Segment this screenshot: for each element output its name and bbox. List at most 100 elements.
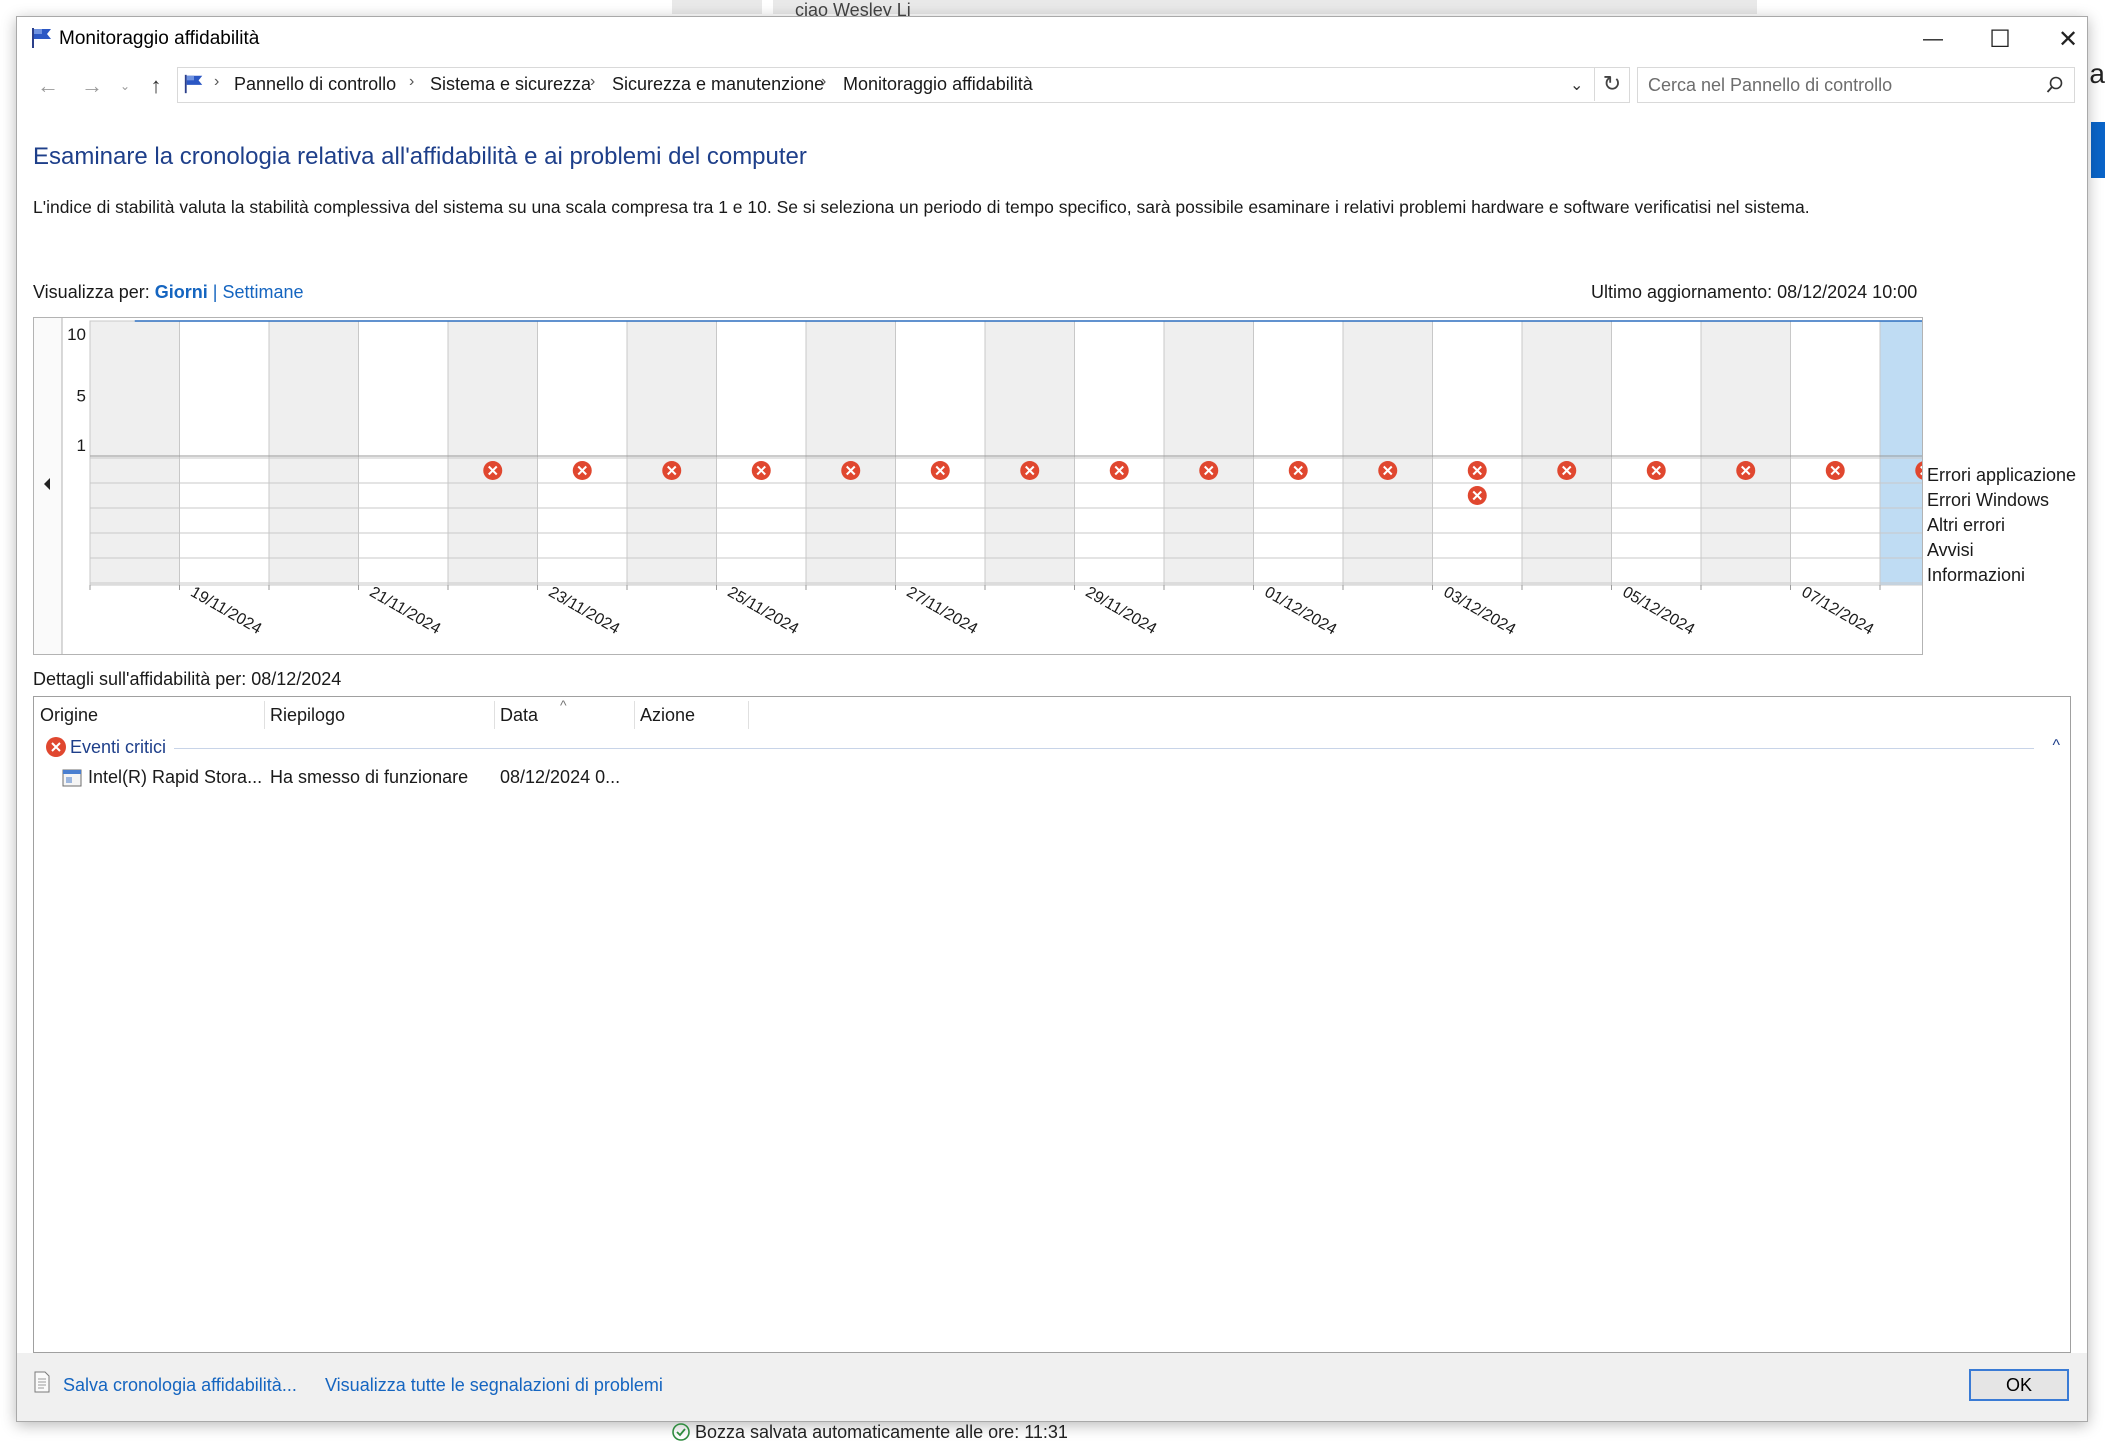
save-history-link[interactable]: Salva cronologia affidabilità...: [63, 1375, 297, 1396]
chart-day-column[interactable]: [1879, 320, 1922, 586]
chart-day-column[interactable]: [626, 320, 717, 586]
chart-day-column[interactable]: [537, 320, 628, 586]
application-error-icon[interactable]: [1825, 461, 1845, 480]
view-all-reports-link[interactable]: Visualizza tutte le segnalazioni di prob…: [325, 1375, 663, 1396]
chart-day-column[interactable]: [1611, 320, 1702, 586]
background-strip-left: [672, 0, 762, 14]
flag-icon: [32, 28, 51, 48]
back-button[interactable]: ←: [33, 71, 63, 101]
title-bar: Monitoraggio affidabilità — ☐ ✕: [17, 17, 2087, 61]
autosave-status: Bozza salvata automaticamente alle ore: …: [672, 1422, 1068, 1443]
chart-day-column[interactable]: [179, 320, 270, 586]
application-error-icon[interactable]: [841, 461, 861, 480]
last-update-text: Ultimo aggiornamento: 08/12/2024 10:00: [1591, 282, 1918, 302]
application-error-icon[interactable]: [1557, 461, 1577, 480]
column-header-date[interactable]: Data ^: [494, 697, 634, 733]
chart-day-column[interactable]: [805, 320, 896, 586]
ok-button[interactable]: OK: [1969, 1369, 2069, 1401]
chart-day-column[interactable]: [1253, 320, 1344, 586]
breadcrumb-system-security[interactable]: Sistema e sicurezza: [430, 74, 591, 95]
autosave-text: Bozza salvata automaticamente alle ore: …: [695, 1422, 1068, 1442]
x-tick-label: 21/11/2024: [367, 584, 444, 638]
breadcrumb-security-maintenance[interactable]: Sicurezza e manutenzione: [612, 74, 824, 95]
reliability-chart-svg: 10 5 1 19/11/2024 21/11/2024 23/11/2024 25/11/…: [34, 318, 1922, 654]
column-header-source[interactable]: Origine: [34, 697, 264, 733]
breadcrumb-control-panel[interactable]: Pannello di controllo: [234, 74, 396, 95]
arrow-right-icon: →: [81, 73, 103, 98]
view-days-link[interactable]: Giorni: [155, 282, 208, 302]
view-weeks-link[interactable]: Settimane: [222, 282, 303, 302]
document-icon: [34, 1371, 50, 1393]
application-error-icon[interactable]: [1378, 461, 1398, 480]
category-information: Informazioni: [1927, 565, 2026, 585]
group-critical-events[interactable]: Eventi critici ^: [34, 733, 2070, 761]
chart-day-column[interactable]: [1521, 320, 1612, 586]
windows-error-icon[interactable]: [1467, 486, 1487, 505]
chart-day-column[interactable]: [1074, 320, 1165, 586]
chart-day-column[interactable]: [1163, 320, 1254, 586]
application-error-icon[interactable]: [1288, 461, 1308, 480]
background-accent-bar: [2091, 122, 2105, 178]
chart-day-column[interactable]: [1790, 320, 1881, 586]
table-row[interactable]: Intel(R) Rapid Stora... Ha smesso di fun…: [34, 763, 2070, 791]
forward-button[interactable]: →: [77, 71, 107, 101]
y-tick-label: 5: [77, 387, 86, 406]
address-bar: ← → ⌄ ↑ › Pannello di controllo › Sistem…: [17, 65, 2087, 105]
x-tick-label: 27/11/2024: [904, 584, 981, 638]
row-source: Intel(R) Rapid Stora...: [88, 767, 263, 787]
search-icon[interactable]: [2046, 76, 2064, 94]
maximize-button[interactable]: ☐: [1965, 17, 2035, 61]
application-error-icon[interactable]: [1646, 461, 1666, 480]
recent-locations-button[interactable]: ⌄: [115, 71, 135, 101]
application-icon: [62, 769, 82, 787]
breadcrumb-reliability-monitor[interactable]: Monitoraggio affidabilità: [843, 74, 1033, 95]
search-placeholder: Cerca nel Pannello di controllo: [1648, 75, 1893, 95]
application-error-icon[interactable]: [1467, 461, 1487, 480]
chart-day-column[interactable]: [984, 320, 1075, 586]
sort-ascending-icon: ^: [560, 697, 567, 713]
chart-day-column[interactable]: [1700, 320, 1791, 586]
category-warnings: Avvisi: [1927, 540, 1974, 560]
chart-day-column[interactable]: [716, 320, 807, 586]
column-header-action[interactable]: Azione: [634, 697, 748, 733]
search-input[interactable]: Cerca nel Pannello di controllo: [1637, 67, 2075, 103]
up-button[interactable]: ↑: [141, 71, 171, 101]
x-tick-label: 07/12/2024: [1799, 584, 1877, 639]
background-strip-center: [773, 0, 1757, 14]
application-error-icon[interactable]: [1020, 461, 1040, 480]
minimize-button[interactable]: —: [1898, 17, 1968, 61]
reliability-chart: 10 5 1 19/11/2024 21/11/2024 23/11/2024 25/11/…: [33, 317, 1923, 655]
arrow-up-icon: ↑: [150, 73, 162, 98]
category-windows-errors: Errori Windows: [1927, 490, 2050, 510]
row-summary: Ha smesso di funzionare: [270, 767, 469, 787]
application-error-icon[interactable]: [662, 461, 682, 480]
application-error-icon[interactable]: [930, 461, 950, 480]
application-error-icon[interactable]: [751, 461, 771, 480]
background-side-letter: a: [2089, 58, 2105, 89]
application-error-icon[interactable]: [1199, 461, 1219, 480]
chart-day-column[interactable]: [358, 320, 449, 586]
close-button[interactable]: ✕: [2033, 17, 2103, 61]
application-error-icon[interactable]: [1736, 461, 1756, 480]
chart-day-column[interactable]: [268, 320, 359, 586]
breadcrumb-separator-icon: ›: [409, 73, 415, 90]
details-label: Dettagli sull'affidabilità per: 08/12/20…: [33, 669, 342, 689]
view-by-label: Visualizza per:: [33, 282, 150, 302]
refresh-button[interactable]: ↻: [1594, 67, 1629, 101]
column-header-summary[interactable]: Riepilogo: [264, 697, 494, 733]
application-error-icon[interactable]: [483, 461, 503, 480]
category-app-errors: Errori applicazione: [1927, 465, 2077, 485]
critical-error-icon: [46, 737, 66, 757]
chart-day-column[interactable]: [89, 320, 180, 586]
chart-day-column[interactable]: [895, 320, 986, 586]
address-box[interactable]: › Pannello di controllo › Sistema e sicu…: [177, 67, 1630, 103]
application-error-icon[interactable]: [572, 461, 592, 480]
details-list: Origine Riepilogo Data ^ Azione Eventi cr…: [33, 696, 2071, 1353]
x-tick-label: 25/11/2024: [725, 584, 802, 638]
chart-day-column[interactable]: [1432, 320, 1523, 586]
address-dropdown-icon[interactable]: ⌄: [1570, 75, 1583, 95]
chart-day-column[interactable]: [447, 320, 538, 586]
chart-day-column[interactable]: [1342, 320, 1433, 586]
application-error-icon[interactable]: [1109, 461, 1129, 480]
chevron-up-icon[interactable]: ^: [2052, 737, 2060, 755]
